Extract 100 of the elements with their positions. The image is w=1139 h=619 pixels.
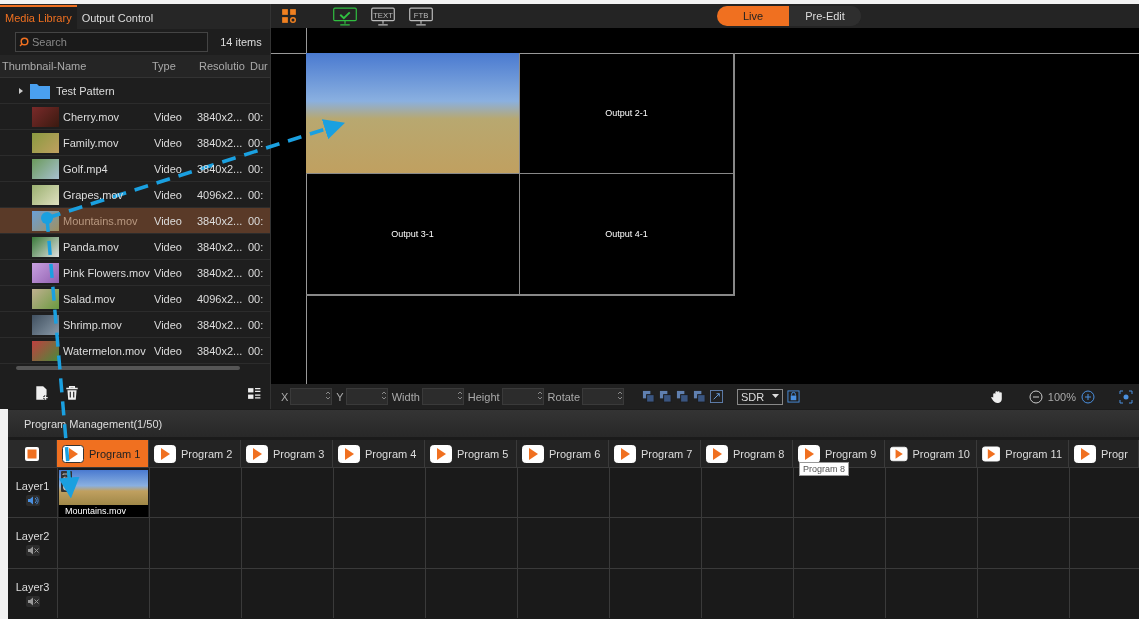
number-field[interactable] (345, 388, 388, 405)
media-row[interactable]: Salad.mov Video 4096x2... 00: (0, 286, 270, 312)
photo-placeholder[interactable] (306, 53, 520, 174)
timeline-cell[interactable] (885, 517, 977, 568)
timeline-cell[interactable] (885, 568, 977, 618)
spinner-icon[interactable] (325, 389, 332, 402)
column-header[interactable]: Dur (248, 60, 270, 72)
timeline-cell[interactable] (149, 517, 241, 568)
timeline-cell[interactable] (701, 568, 793, 618)
column-header[interactable]: Type (150, 60, 197, 72)
timeline-cell[interactable] (609, 568, 701, 618)
timeline-cell[interactable] (793, 517, 885, 568)
speaker-icon[interactable] (25, 494, 40, 506)
search-field[interactable]: Search (15, 32, 208, 52)
number-field[interactable] (421, 388, 464, 405)
media-row[interactable]: Panda.mov Video 3840x2... 00: (0, 234, 270, 260)
library-tab[interactable]: Output Control (76, 4, 159, 29)
media-row[interactable]: Watermelon.mov Video 3840x2... 00: (0, 338, 270, 364)
monitor-check-icon[interactable] (333, 6, 357, 26)
timeline-cell[interactable] (425, 517, 517, 568)
program-tab[interactable]: Program 6 (517, 440, 609, 467)
search-input[interactable]: Search (32, 34, 204, 50)
timeline-cell[interactable] (977, 568, 1069, 618)
forward-icon[interactable] (676, 390, 690, 403)
timeline-cell[interactable] (1069, 568, 1139, 618)
timeline-cell[interactable] (57, 517, 149, 568)
timeline-cell[interactable] (701, 517, 793, 568)
output-window[interactable]: Output 4-1 (520, 174, 734, 295)
mode-toggle[interactable]: Live (717, 6, 789, 26)
program-tab[interactable]: Program 5 (425, 440, 517, 467)
zoom-in-icon[interactable] (1081, 389, 1095, 404)
timeline-cell[interactable] (241, 517, 333, 568)
number-field[interactable] (290, 388, 333, 405)
add-file-icon[interactable] (34, 385, 50, 401)
column-header[interactable]: Resolutio (197, 60, 248, 72)
program-tab[interactable]: Program 7 (609, 440, 701, 467)
send-back-icon[interactable] (659, 390, 673, 403)
number-field[interactable] (582, 388, 625, 405)
timeline-cell[interactable] (241, 467, 333, 517)
timeline-cell[interactable] (425, 568, 517, 618)
hand-icon[interactable] (989, 389, 1005, 404)
zoom-out-icon[interactable] (1028, 389, 1043, 404)
output-window[interactable]: Output 3-1 (306, 174, 520, 295)
media-row[interactable]: Cherry.mov Video 3840x2... 00: (0, 104, 270, 130)
program-tab[interactable]: Program 3 (241, 440, 333, 467)
timeline-cell[interactable] (977, 467, 1069, 517)
timeline-cell[interactable] (517, 467, 609, 517)
program-tab[interactable]: Program 1 (57, 440, 149, 467)
timeline-cell[interactable] (425, 467, 517, 517)
expand-icon[interactable] (710, 390, 724, 403)
muted-speaker-icon[interactable] (25, 595, 40, 607)
media-row[interactable]: Mountains.mov Video 3840x2... 00: (0, 208, 270, 234)
timeline-cell[interactable] (517, 517, 609, 568)
timeline-cell[interactable] (1069, 467, 1139, 517)
lock-icon[interactable] (787, 390, 801, 403)
folder-name[interactable]: Test Pattern (56, 84, 115, 97)
fit-screen-icon[interactable] (1119, 389, 1133, 404)
media-row[interactable]: Family.mov Video 3840x2... 00: (0, 130, 270, 156)
timeline-cell[interactable] (609, 467, 701, 517)
spinner-icon[interactable] (617, 389, 624, 402)
program-tab[interactable]: Program 2 (149, 440, 241, 467)
timeline-cell[interactable] (977, 517, 1069, 568)
timeline-cell[interactable] (793, 568, 885, 618)
timeline-cell[interactable] (885, 467, 977, 517)
spinner-icon[interactable] (380, 389, 387, 402)
expand-arrow-icon[interactable] (18, 87, 24, 94)
timeline-cell[interactable] (793, 467, 885, 517)
timeline-cell[interactable] (517, 568, 609, 618)
timeline-cell[interactable] (333, 568, 425, 618)
timeline-cell[interactable] (149, 467, 241, 517)
timeline-cell[interactable] (333, 517, 425, 568)
layout-grid-icon[interactable] (281, 8, 297, 24)
scrollbar[interactable] (16, 366, 240, 370)
output-window[interactable]: Output 2-1 (520, 53, 734, 174)
list-view-icon[interactable] (247, 385, 262, 401)
timeline-cell[interactable] (1069, 517, 1139, 568)
program-tab[interactable]: Progr (1069, 440, 1139, 467)
spinner-icon[interactable] (456, 389, 463, 402)
program-tab[interactable]: Program 8 (701, 440, 793, 467)
muted-speaker-icon[interactable] (25, 545, 40, 556)
media-row[interactable]: Pink Flowers.mov Video 3840x2... 00: (0, 260, 270, 286)
timeline-cell[interactable] (149, 568, 241, 618)
range-dropdown[interactable]: SDR (737, 388, 784, 405)
spinner-icon[interactable] (536, 389, 543, 402)
program-tab[interactable]: Program 11 (977, 440, 1069, 467)
media-row[interactable]: Shrimp.mov Video 3840x2... 00: (0, 312, 270, 338)
timeline-cell[interactable] (701, 467, 793, 517)
media-row[interactable]: Golf.mp4 Video 3840x2... 00: (0, 156, 270, 182)
number-field[interactable] (501, 388, 544, 405)
bring-front-icon[interactable] (642, 390, 656, 403)
column-header[interactable]: Thumbnail-Name (0, 60, 150, 72)
backward-icon[interactable] (693, 390, 707, 403)
program-tab[interactable]: Program 10 (885, 440, 977, 467)
timeline-cell[interactable] (609, 517, 701, 568)
timeline-cell[interactable] (57, 568, 149, 618)
preview-canvas[interactable]: Output 2-1 Output 3-1 Output 4-1 (271, 28, 1139, 384)
timeline-cell[interactable] (241, 568, 333, 618)
stop-button[interactable] (8, 440, 57, 467)
program-tab[interactable]: Program 4 (333, 440, 425, 467)
library-tab[interactable]: Media Library (0, 4, 77, 29)
